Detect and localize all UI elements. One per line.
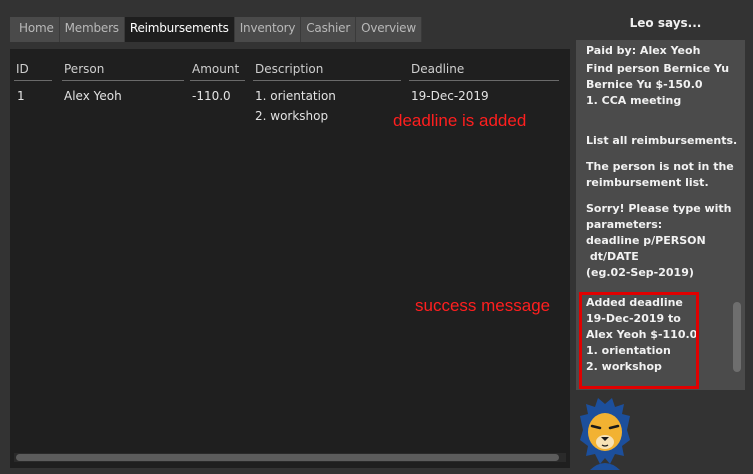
column-header-amount[interactable]: Amount xyxy=(192,62,239,76)
annotation-success-message: success message xyxy=(415,296,551,315)
cell-amount: -110.0 xyxy=(192,89,231,103)
chat-message: Paid by: Alex Yeoh xyxy=(586,43,700,59)
chat-message-line: parameters: xyxy=(586,218,663,231)
chat-message-line: Bernice Yu $-150.0 xyxy=(586,78,703,91)
chat-message-line: List all reimbursements. xyxy=(586,134,738,147)
chat-message-line: reimbursement list. xyxy=(586,176,709,189)
column-header-id[interactable]: ID xyxy=(16,62,29,76)
column-header-description[interactable]: Description xyxy=(255,62,323,76)
column-divider xyxy=(62,80,184,81)
column-header-deadline[interactable]: Deadline xyxy=(411,62,464,76)
cell-description-line: 2. workshop xyxy=(255,109,329,123)
horizontal-scrollbar-thumb[interactable] xyxy=(16,454,559,461)
cell-id: 1 xyxy=(17,89,25,103)
column-divider xyxy=(14,80,52,81)
chat-message-line: Paid by: Alex Yeoh xyxy=(586,44,701,57)
cell-description-line: 1. orientation xyxy=(255,89,336,103)
chat-message: The person is not in the reimbursement l… xyxy=(586,159,734,191)
tab-overview[interactable]: Overview xyxy=(356,17,422,42)
lion-mascot-icon xyxy=(580,398,630,470)
chat-message: Find person Bernice Yu Bernice Yu $-150.… xyxy=(586,61,729,109)
cell-person: Alex Yeoh xyxy=(64,89,122,103)
chat-message: List all reimbursements. xyxy=(586,133,737,149)
vertical-scrollbar-thumb[interactable] xyxy=(733,302,741,372)
tab-inventory[interactable]: Inventory xyxy=(234,17,302,42)
tab-members[interactable]: Members xyxy=(59,17,125,42)
column-header-person[interactable]: Person xyxy=(64,62,104,76)
cell-deadline: 19-Dec-2019 xyxy=(411,89,489,103)
chat-message-line: Find person Bernice Yu xyxy=(586,62,730,75)
chat-message-line: Sorry! Please type with xyxy=(586,202,732,215)
tab-home[interactable]: Home xyxy=(10,17,60,42)
column-divider xyxy=(253,80,401,81)
tab-reimbursements[interactable]: Reimbursements xyxy=(124,17,235,42)
chat-message-line: deadline p/PERSON xyxy=(586,234,706,247)
success-highlight-box xyxy=(579,292,699,389)
chat-message-line: 1. CCA meeting xyxy=(586,94,682,107)
column-divider xyxy=(190,80,245,81)
annotation-deadline-added: deadline is added xyxy=(393,111,527,130)
chat-message-line: (eg.02-Sep-2019) xyxy=(586,266,694,279)
chat-message-line: dt/DATE xyxy=(586,250,639,263)
chat-message: Sorry! Please type with parameters: dead… xyxy=(586,201,732,281)
tab-cashier[interactable]: Cashier xyxy=(301,17,357,42)
horizontal-scrollbar[interactable] xyxy=(14,453,566,462)
column-divider xyxy=(409,80,559,81)
chat-message-line: The person is not in the xyxy=(586,160,734,173)
tab-bar: Home Members Reimbursements Inventory Ca… xyxy=(10,17,422,42)
chat-header: Leo says... xyxy=(629,16,702,30)
